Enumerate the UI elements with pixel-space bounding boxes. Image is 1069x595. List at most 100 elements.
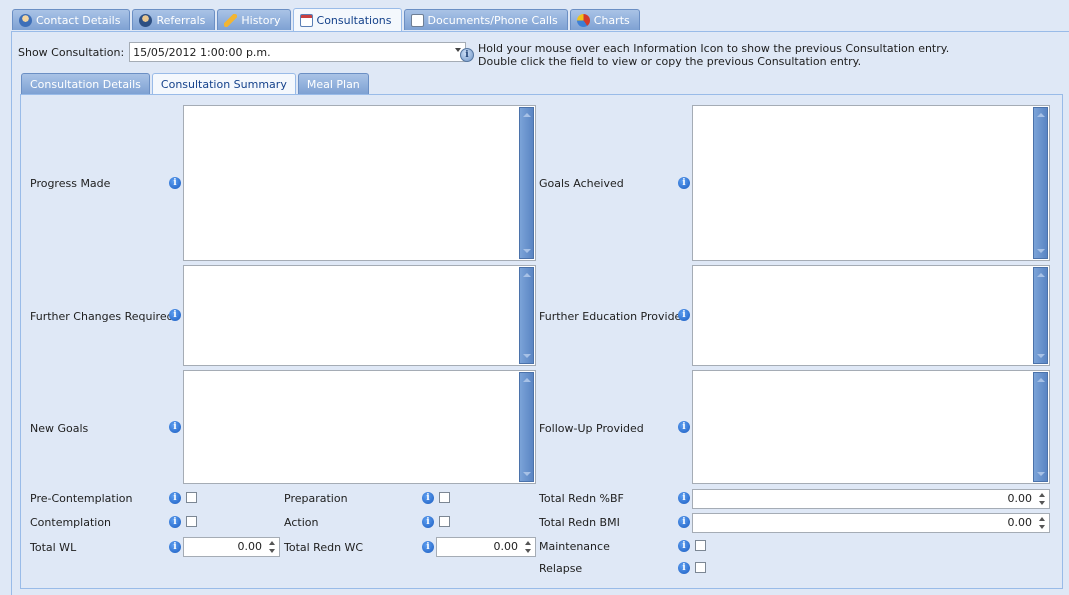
goals-achieved-scrollbar[interactable]	[1033, 107, 1048, 259]
total-redn-bf-info-icon[interactable]: i	[678, 492, 690, 504]
spin-up-icon[interactable]	[1039, 493, 1045, 497]
referrals-icon	[139, 13, 153, 27]
scroll-up-icon[interactable]	[1037, 273, 1045, 277]
scroll-down-icon[interactable]	[1037, 472, 1045, 476]
total-redn-wc-info-icon[interactable]: i	[422, 541, 434, 553]
preparation-checkbox[interactable]	[439, 492, 450, 503]
total-redn-wc-value: 0.00	[493, 540, 519, 553]
new-goals-info-icon[interactable]: i	[169, 421, 181, 433]
scroll-up-icon[interactable]	[1037, 378, 1045, 382]
action-label: Action	[284, 516, 319, 529]
total-redn-bmi-info-icon[interactable]: i	[678, 516, 690, 528]
progress-made-info-icon[interactable]: i	[169, 177, 181, 189]
scroll-down-icon[interactable]	[1037, 354, 1045, 358]
follow-up-label: Follow-Up Provided	[539, 422, 644, 435]
tab-label: History	[241, 13, 281, 27]
new-goals-memo[interactable]	[183, 370, 536, 484]
action-checkbox[interactable]	[439, 516, 450, 527]
further-changes-info-icon[interactable]: i	[169, 309, 181, 321]
further-changes-label: Further Changes Required	[30, 310, 174, 323]
scroll-up-icon[interactable]	[523, 378, 531, 382]
maintenance-checkbox[interactable]	[695, 540, 706, 551]
consultations-icon	[299, 13, 313, 27]
scroll-up-icon[interactable]	[1037, 113, 1045, 117]
progress-made-scrollbar[interactable]	[519, 107, 534, 259]
pre-contemplation-label: Pre-Contemplation	[30, 492, 133, 505]
goals-achieved-memo[interactable]	[692, 105, 1050, 261]
scroll-down-icon[interactable]	[1037, 249, 1045, 253]
hint-line-2: Double click the field to view or copy t…	[478, 55, 862, 68]
show-consultation-row: Show Consultation: 15/05/2012 1:00:00 p.…	[18, 42, 467, 62]
tab-label: Consultations	[316, 13, 392, 27]
tab-label: Documents/Phone Calls	[427, 13, 558, 27]
contemplation-label: Contemplation	[30, 516, 112, 529]
tab-consultations[interactable]: Consultations	[292, 8, 402, 31]
tab-label: Charts	[593, 13, 630, 27]
charts-icon	[576, 13, 590, 27]
total-redn-wc-spinner[interactable]: 0.00	[436, 537, 536, 557]
total-redn-bmi-spinner[interactable]: 0.00	[692, 513, 1050, 533]
goals-achieved-info-icon[interactable]: i	[678, 177, 690, 189]
total-redn-bf-value: 0.00	[1007, 492, 1033, 505]
tab-consultation-details[interactable]: Consultation Details	[21, 73, 150, 94]
scroll-down-icon[interactable]	[523, 354, 531, 358]
main-tab-strip: Contact Details Referrals History Consul…	[12, 8, 642, 31]
total-wl-info-icon[interactable]: i	[169, 541, 181, 553]
spin-up-icon[interactable]	[525, 541, 531, 545]
contemplation-checkbox[interactable]	[186, 516, 197, 527]
total-wl-label: Total WL	[30, 541, 77, 554]
documents-icon	[410, 13, 424, 27]
relapse-label: Relapse	[539, 562, 583, 575]
tab-meal-plan[interactable]: Meal Plan	[297, 73, 369, 94]
preparation-label: Preparation	[284, 492, 348, 505]
goals-achieved-label: Goals Acheived	[539, 177, 624, 190]
scroll-up-icon[interactable]	[523, 113, 531, 117]
maintenance-info-icon[interactable]: i	[678, 540, 690, 552]
spin-down-icon[interactable]	[525, 549, 531, 553]
total-redn-bf-spinner[interactable]: 0.00	[692, 489, 1050, 509]
tab-documents-phone-calls[interactable]: Documents/Phone Calls	[403, 9, 568, 30]
new-goals-label: New Goals	[30, 422, 89, 435]
sub-tab-strip: Consultation Details Consultation Summar…	[21, 73, 371, 95]
total-wl-value: 0.00	[237, 540, 263, 553]
follow-up-memo[interactable]	[692, 370, 1050, 484]
relapse-checkbox[interactable]	[695, 562, 706, 573]
tab-label: Contact Details	[36, 13, 121, 27]
tab-label: Referrals	[156, 13, 206, 27]
follow-up-info-icon[interactable]: i	[678, 421, 690, 433]
tab-referrals[interactable]: Referrals	[132, 9, 216, 30]
scroll-down-icon[interactable]	[523, 249, 531, 253]
contemplation-info-icon[interactable]: i	[169, 516, 181, 528]
progress-made-memo[interactable]	[183, 105, 536, 261]
further-education-scrollbar[interactable]	[1033, 267, 1048, 364]
further-changes-memo[interactable]	[183, 265, 536, 366]
tab-contact-details[interactable]: Contact Details	[12, 9, 131, 30]
spin-up-icon[interactable]	[269, 541, 275, 545]
follow-up-scrollbar[interactable]	[1033, 372, 1048, 482]
new-goals-scrollbar[interactable]	[519, 372, 534, 482]
total-redn-bmi-label: Total Redn BMI	[539, 516, 620, 529]
further-changes-scrollbar[interactable]	[519, 267, 534, 364]
spin-down-icon[interactable]	[1039, 525, 1045, 529]
further-education-info-icon[interactable]: i	[678, 309, 690, 321]
total-wl-spinner[interactable]: 0.00	[183, 537, 280, 557]
action-info-icon[interactable]: i	[422, 516, 434, 528]
scroll-up-icon[interactable]	[523, 273, 531, 277]
show-consultation-label: Show Consultation:	[18, 45, 125, 59]
pre-contemplation-info-icon[interactable]: i	[169, 492, 181, 504]
info-hint-icon: i	[460, 48, 474, 62]
relapse-info-icon[interactable]: i	[678, 562, 690, 574]
pre-contemplation-checkbox[interactable]	[186, 492, 197, 503]
maintenance-label: Maintenance	[539, 540, 610, 553]
spin-down-icon[interactable]	[1039, 501, 1045, 505]
tab-consultation-summary[interactable]: Consultation Summary	[151, 73, 296, 95]
tab-history[interactable]: History	[217, 9, 291, 30]
scroll-down-icon[interactable]	[523, 472, 531, 476]
preparation-info-icon[interactable]: i	[422, 492, 434, 504]
contact-icon	[19, 13, 32, 27]
spin-down-icon[interactable]	[269, 549, 275, 553]
tab-charts[interactable]: Charts	[569, 9, 640, 30]
further-education-memo[interactable]	[692, 265, 1050, 366]
spin-up-icon[interactable]	[1039, 517, 1045, 521]
show-consultation-select[interactable]: 15/05/2012 1:00:00 p.m.	[129, 42, 467, 62]
